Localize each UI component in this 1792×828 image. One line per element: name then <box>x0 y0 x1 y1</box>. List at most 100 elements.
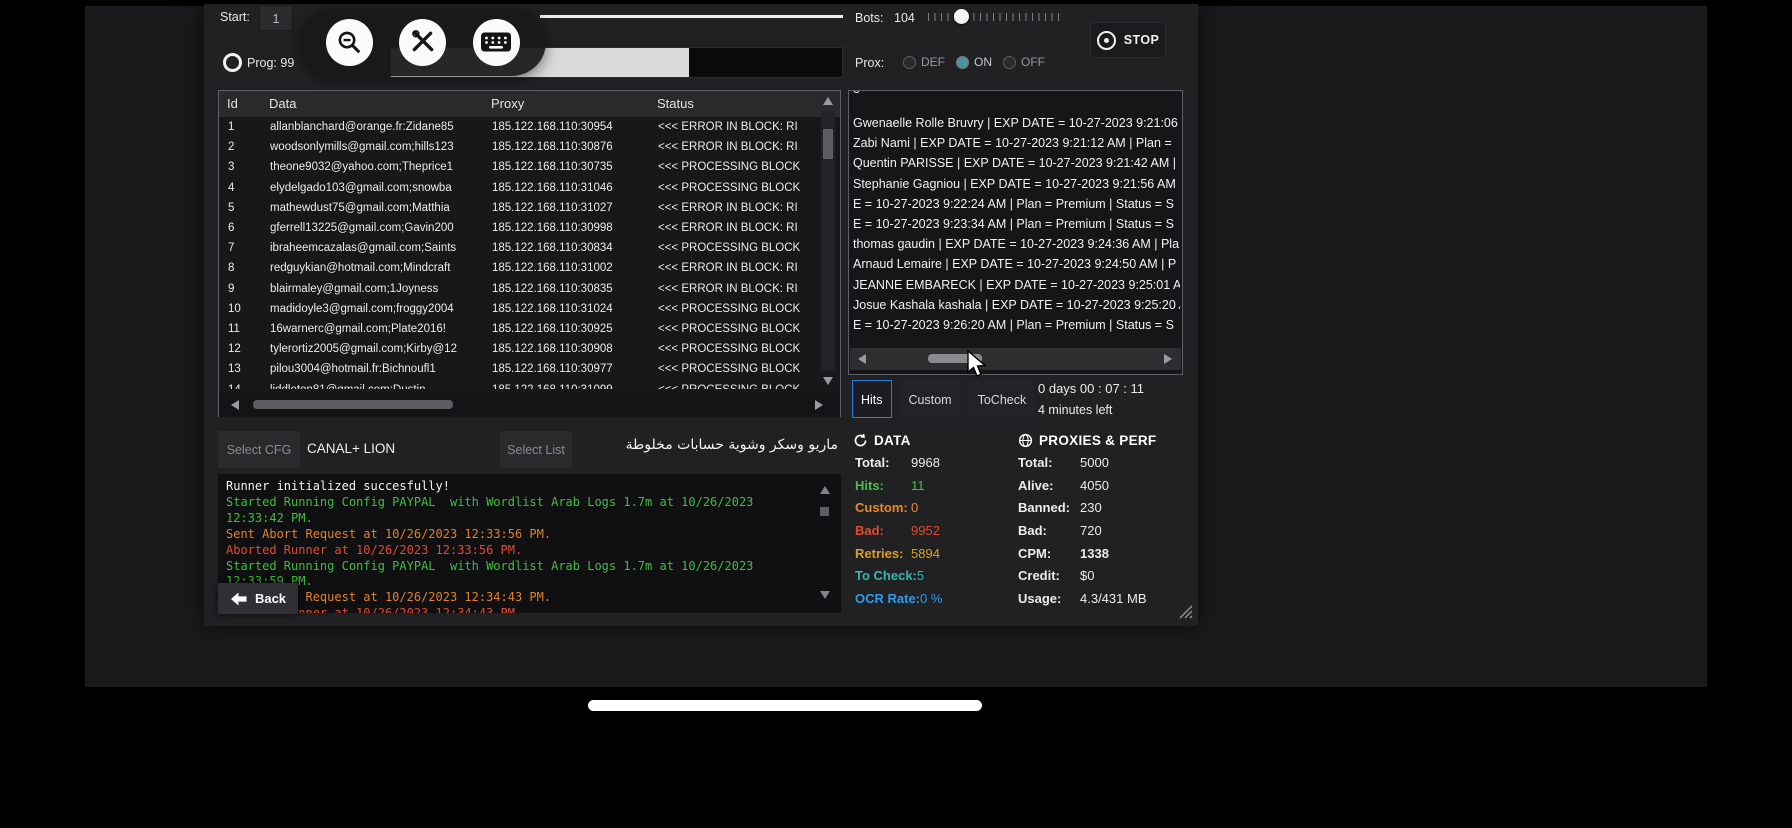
hits-lines: Gwenaelle Rolle Bruvry | EXP DATE = 10-2… <box>853 113 1180 349</box>
resize-grip-icon[interactable] <box>1178 604 1193 619</box>
zoom-out-button[interactable] <box>326 19 373 66</box>
remote-toolbar[interactable] <box>299 8 546 76</box>
stat-row: Custom:0 <box>855 500 942 523</box>
cell-status: <<< ERROR IN BLOCK: RI <box>658 202 820 214</box>
table-row[interactable]: 6gferrell13225@gmail.com;Gavin200185.122… <box>220 218 820 238</box>
radio-icon <box>1003 56 1016 69</box>
table-row[interactable]: 13pilou3004@hotmail.fr:Bichnoufl1185.122… <box>220 359 820 379</box>
radio-option-label: ON <box>974 55 992 69</box>
keyboard-button[interactable] <box>473 19 520 66</box>
log-line: Aborted Runner at 10/26/2023 12:34:43 PM… <box>226 606 833 613</box>
cell-data: madidoyle3@gmail.com;froggy2004 <box>270 303 492 315</box>
cell-status: <<< ERROR IN BLOCK: RI <box>658 141 820 153</box>
cell-status: <<< ERROR IN BLOCK: RI <box>658 121 820 133</box>
hit-line[interactable]: E = 10-27-2023 9:23:34 AM | Plan = Premi… <box>853 214 1180 234</box>
hits-hscrollbar[interactable] <box>850 348 1181 370</box>
proxies-stats: Total:5000Alive:4050Banned:230Bad:720CPM… <box>1018 455 1147 614</box>
table-row[interactable]: 12tylerortiz2005@gmail.com;Kirby@12185.1… <box>220 339 820 359</box>
cell-id: 4 <box>228 182 270 194</box>
table-row[interactable]: 14liddleton81@gmail.com;Dustin185.122.16… <box>220 379 820 389</box>
proxies-panel-header: PROXIES & PERF <box>1018 433 1156 448</box>
scroll-up-icon[interactable] <box>820 486 830 494</box>
tab-custom[interactable]: Custom <box>900 380 961 418</box>
table-hscrollbar[interactable] <box>219 392 840 417</box>
back-button[interactable]: Back <box>218 583 298 614</box>
table-row[interactable]: 1allanblanchard@orange.fr:Zidane85185.12… <box>220 117 820 137</box>
hscroll-thumb[interactable] <box>253 400 453 409</box>
scroll-left-icon[interactable] <box>231 400 239 410</box>
tab-hits[interactable]: Hits <box>852 380 892 418</box>
scroll-up-icon[interactable] <box>823 97 833 105</box>
scroll-right-icon[interactable] <box>1164 354 1172 364</box>
stat-row: Total:9968 <box>855 455 942 478</box>
log-area[interactable]: Runner initialized succesfully!Started R… <box>218 474 841 613</box>
table-row[interactable]: 1116warnerc@gmail.com;Plate2016!185.122.… <box>220 319 820 339</box>
hit-line[interactable]: E = 10-27-2023 9:26:20 AM | Plan = Premi… <box>853 315 1180 335</box>
cell-proxy: 185.122.168.110:31099 <box>492 384 658 389</box>
table-vscrollbar[interactable] <box>821 97 835 385</box>
table-row[interactable]: 9blairmaley@gmail.com;1Joyness185.122.16… <box>220 279 820 299</box>
prox-option-on[interactable]: ON <box>956 55 992 69</box>
hit-line[interactable]: JEANNE EMBARECK | EXP DATE = 10-27-2023 … <box>853 275 1180 295</box>
cell-status: <<< PROCESSING BLOCK <box>658 343 820 355</box>
scroll-right-icon[interactable] <box>815 400 823 410</box>
table-row[interactable]: 2woodsonlymills@gmail.com;hills123185.12… <box>220 137 820 157</box>
mouse-cursor-icon <box>966 350 988 380</box>
cell-proxy: 185.122.168.110:30998 <box>492 222 658 234</box>
cell-data: 16warnerc@gmail.com;Plate2016! <box>270 323 492 335</box>
vscroll-thumb[interactable] <box>823 129 833 159</box>
hit-line[interactable]: Zabi Nami | EXP DATE = 10-27-2023 9:21:1… <box>853 133 1180 153</box>
stat-label: To Check: <box>855 568 917 591</box>
hit-line[interactable]: Josue Kashala kashala | EXP DATE = 10-27… <box>853 295 1180 315</box>
prox-option-def[interactable]: DEF <box>903 55 945 69</box>
select-cfg-button[interactable]: Select CFG <box>218 431 300 468</box>
scroll-down-icon[interactable] <box>823 377 833 385</box>
table-row[interactable]: 7ibraheemcazalas@gmail.com;Saints185.122… <box>220 238 820 258</box>
bots-value: 104 <box>894 11 915 25</box>
scroll-left-icon[interactable] <box>858 354 866 364</box>
hit-line[interactable]: thomas gaudin | EXP DATE = 10-27-2023 9:… <box>853 234 1180 254</box>
table-row[interactable]: 4elydelgado103@gmail.com;snowba185.122.1… <box>220 178 820 198</box>
cell-status: <<< PROCESSING BLOCK <box>658 363 820 375</box>
log-line: Runner initialized succesfully! <box>226 479 833 495</box>
table-row[interactable]: 3theone9032@yahoo.com;Theprice1185.122.1… <box>220 157 820 177</box>
cell-proxy: 185.122.168.110:30954 <box>492 121 658 133</box>
cell-proxy: 185.122.168.110:31046 <box>492 182 658 194</box>
cell-id: 8 <box>228 262 270 274</box>
tools-button[interactable] <box>399 19 446 66</box>
hit-line[interactable]: E = 10-27-2023 9:22:24 AM | Plan = Premi… <box>853 194 1180 214</box>
table-row[interactable]: 10madidoyle3@gmail.com;froggy2004185.122… <box>220 299 820 319</box>
start-input[interactable] <box>259 5 293 31</box>
cell-proxy: 185.122.168.110:30908 <box>492 343 658 355</box>
keyboard-icon <box>480 31 512 53</box>
home-indicator[interactable] <box>588 700 982 711</box>
prox-option-off[interactable]: OFF <box>1003 55 1045 69</box>
hit-line[interactable]: Quentin PARISSE | EXP DATE = 10-27-2023 … <box>853 153 1180 173</box>
slider-thumb-icon[interactable] <box>954 9 969 24</box>
stat-row: Total:5000 <box>1018 455 1147 478</box>
stat-value: 1338 <box>1080 546 1109 569</box>
log-line: Started Running Config PAYPAL with Wordl… <box>226 559 833 591</box>
table-row[interactable]: 5mathewdust75@gmail.com;Matthia185.122.1… <box>220 198 820 218</box>
start-slider[interactable] <box>540 15 843 18</box>
log-scroll-thumb[interactable] <box>820 507 829 516</box>
cell-status: <<< PROCESSING BLOCK <box>658 384 820 389</box>
slider-ticks <box>928 13 1060 21</box>
stat-row: Alive:4050 <box>1018 478 1147 501</box>
cell-data: blairmaley@gmail.com;1Joyness <box>270 283 492 295</box>
log-line: Started Running Config PAYPAL with Wordl… <box>226 495 833 527</box>
bots-slider[interactable] <box>928 7 1060 27</box>
cell-id: 11 <box>228 323 270 335</box>
table-row[interactable]: 8redguykian@hotmail.com;Mindcraft185.122… <box>220 258 820 278</box>
scroll-down-icon[interactable] <box>820 591 830 599</box>
hit-line[interactable]: Gwenaelle Rolle Bruvry | EXP DATE = 10-2… <box>853 113 1180 133</box>
stat-row: Credit:$0 <box>1018 568 1147 591</box>
tools-icon <box>410 29 436 55</box>
stat-row: Bad:9952 <box>855 523 942 546</box>
tab-tocheck[interactable]: ToCheck <box>969 380 1036 418</box>
prox-label: Prox: <box>855 56 884 70</box>
hit-line[interactable]: Arnaud Lemaire | EXP DATE = 10-27-2023 9… <box>853 254 1180 274</box>
stat-value: 9968 <box>911 455 940 478</box>
hit-line[interactable]: Stephanie Gagniou | EXP DATE = 10-27-202… <box>853 174 1180 194</box>
stop-button[interactable]: STOP <box>1090 22 1166 58</box>
